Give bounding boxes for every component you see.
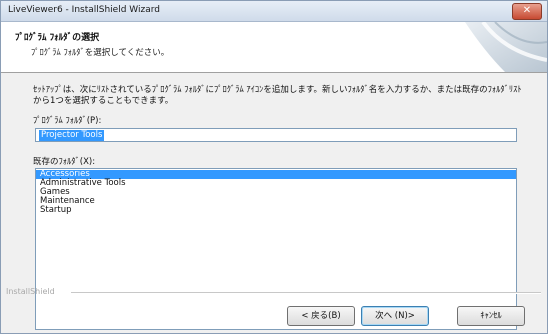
list-item[interactable]: Startup xyxy=(36,206,516,215)
page-subtitle: ﾌﾟﾛｸﾞﾗﾑ ﾌｫﾙﾀﾞを選択してください。 xyxy=(31,48,170,58)
instructions-text: ｾｯﾄｱｯﾌﾟは、次にﾘｽﾄされているﾌﾟﾛｸﾞﾗﾑ ﾌｫﾙﾀﾞにﾌﾟﾛｸﾞﾗﾑ… xyxy=(33,85,522,106)
installer-window: LiveViewer6 - InstallShield Wizard ✕ ﾌﾟﾛ… xyxy=(0,0,548,334)
cancel-button[interactable]: ｷｬﾝｾﾙ xyxy=(457,306,525,326)
footer-divider xyxy=(71,292,541,294)
program-folder-label: ﾌﾟﾛｸﾞﾗﾑ ﾌｫﾙﾀﾞ(P): xyxy=(33,116,102,126)
next-button[interactable]: 次へ (N)> xyxy=(361,306,429,326)
window-title: LiveViewer6 - InstallShield Wizard xyxy=(8,5,160,15)
title-bar[interactable]: LiveViewer6 - InstallShield Wizard ✕ xyxy=(1,1,547,22)
close-icon: ✕ xyxy=(522,5,532,16)
header-swoosh-graphic xyxy=(465,22,547,72)
wizard-content: ｾｯﾄｱｯﾌﾟは、次にﾘｽﾄされているﾌﾟﾛｸﾞﾗﾑ ﾌｫﾙﾀﾞにﾌﾟﾛｸﾞﾗﾑ… xyxy=(1,73,547,330)
wizard-header: ﾌﾟﾛｸﾞﾗﾑ ﾌｫﾙﾀﾞの選択 ﾌﾟﾛｸﾞﾗﾑ ﾌｫﾙﾀﾞを選択してください。 xyxy=(1,22,547,73)
list-item[interactable]: Games xyxy=(36,188,516,197)
program-folder-input[interactable]: Projector Tools xyxy=(35,128,517,142)
existing-folders-list[interactable]: Accessories Administrative Tools Games M… xyxy=(35,168,517,330)
list-item[interactable]: Maintenance xyxy=(36,197,516,206)
program-folder-value: Projector Tools xyxy=(39,130,105,141)
list-item[interactable]: Administrative Tools xyxy=(36,179,516,188)
existing-folders-label: 既存のﾌｫﾙﾀﾞ(X): xyxy=(33,157,96,167)
installshield-brand: InstallShield xyxy=(6,287,55,296)
page-title: ﾌﾟﾛｸﾞﾗﾑ ﾌｫﾙﾀﾞの選択 xyxy=(15,33,100,43)
back-button[interactable]: < 戻る(B) xyxy=(287,306,355,326)
close-button[interactable]: ✕ xyxy=(512,3,542,20)
